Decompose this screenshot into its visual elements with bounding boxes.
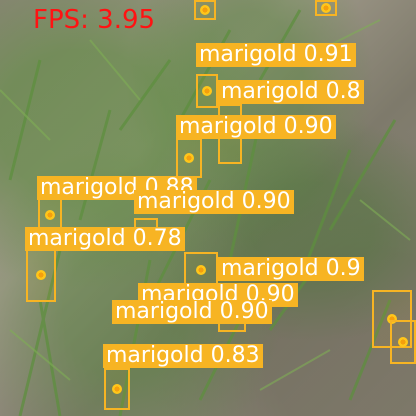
detection-box xyxy=(104,368,130,410)
detection-label: marigold 0.9 xyxy=(218,257,364,281)
detection-box xyxy=(315,0,337,16)
detection-label: marigold 0.90 xyxy=(134,190,294,214)
detection-box xyxy=(176,138,202,178)
marigold-flower xyxy=(112,384,122,394)
marigold-flower xyxy=(196,265,206,275)
detection-label: marigold 0.78 xyxy=(25,227,185,251)
detection-label: marigold 0.90 xyxy=(176,115,336,139)
detection-label: marigold 0.90 xyxy=(112,300,272,324)
fps-counter: FPS: 3.95 xyxy=(33,5,156,35)
marigold-flower xyxy=(184,153,194,163)
detection-frame: marigold 0.91 marigold 0.8 marigold 0.90… xyxy=(0,0,416,416)
marigold-flower xyxy=(36,270,46,280)
detection-box xyxy=(390,320,416,364)
detection-label: marigold 0.83 xyxy=(103,344,263,368)
marigold-flower xyxy=(202,86,212,96)
marigold-flower xyxy=(200,5,210,15)
detection-box xyxy=(194,0,216,20)
detection-label: marigold 0.8 xyxy=(218,80,364,104)
detection-box xyxy=(26,248,56,302)
marigold-flower xyxy=(398,337,408,347)
detection-label: marigold 0.91 xyxy=(196,43,356,67)
marigold-flower xyxy=(321,3,331,13)
detection-box xyxy=(196,74,218,108)
marigold-flower xyxy=(45,210,55,220)
